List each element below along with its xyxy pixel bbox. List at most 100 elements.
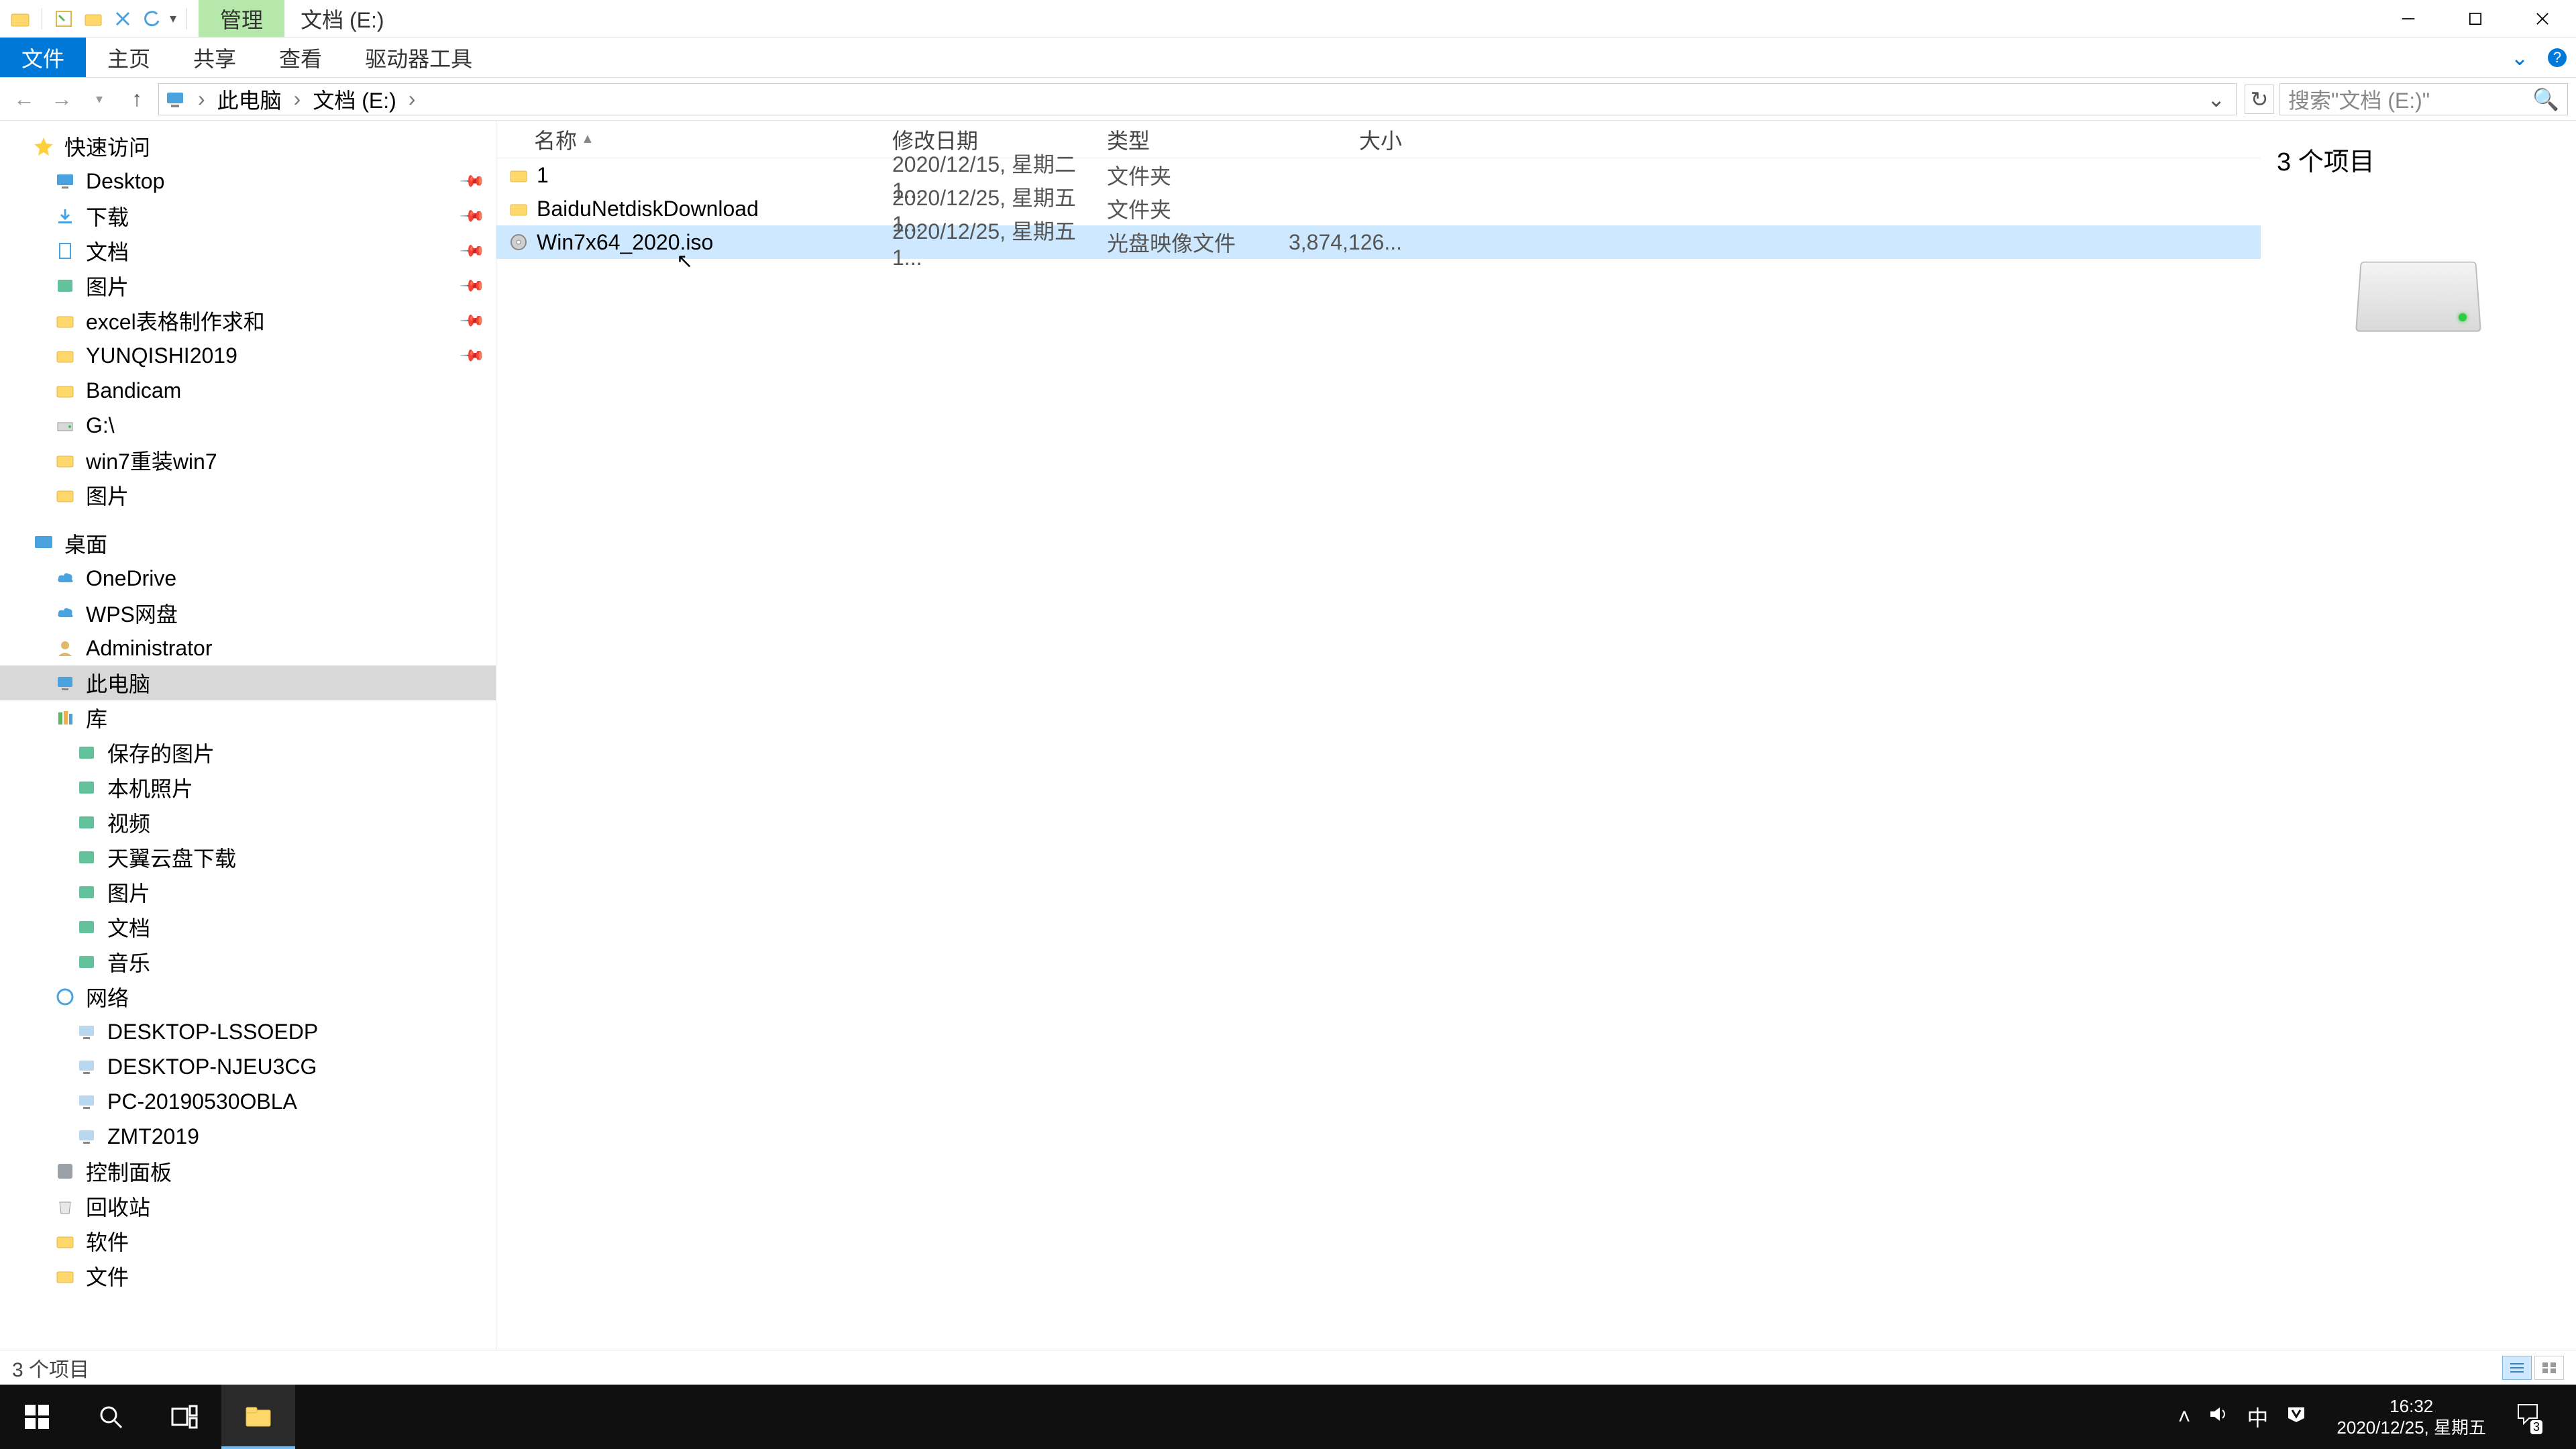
tree-software[interactable]: 软件	[0, 1224, 496, 1258]
tree-desktop-item[interactable]: WPS网盘	[0, 596, 496, 631]
tree-lib-item[interactable]: 本机照片	[0, 770, 496, 805]
contextual-tab-manage[interactable]: 管理	[199, 0, 284, 37]
action-center-button[interactable]: 3	[2516, 1402, 2540, 1432]
tree-label: 下载	[86, 201, 129, 231]
lib-icon	[54, 706, 76, 729]
search-input[interactable]: 搜索"文档 (E:)" 🔍	[2279, 83, 2568, 115]
tree-network[interactable]: 网络	[0, 979, 496, 1014]
tree-qa-item[interactable]: 文档 📌	[0, 233, 496, 268]
tree-recycle-bin[interactable]: 回收站	[0, 1189, 496, 1224]
nav-recent-dropdown[interactable]: ▾	[83, 83, 115, 115]
folder-icon	[507, 197, 530, 220]
folder-icon	[54, 1265, 76, 1287]
file-row[interactable]: 1 2020/12/15, 星期二 1... 文件夹	[496, 158, 2261, 192]
tree-network-item[interactable]: DESKTOP-NJEU3CG	[0, 1049, 496, 1084]
ribbon-tab-drive-tools[interactable]: 驱动器工具	[343, 38, 494, 77]
tree-network-item[interactable]: PC-20190530OBLA	[0, 1084, 496, 1119]
ribbon-tab-home[interactable]: 主页	[86, 38, 172, 77]
tree-qa-item[interactable]: YUNQISHI2019 📌	[0, 338, 496, 373]
breadcrumb-drive[interactable]: 文档 (E:)	[313, 84, 396, 115]
tree-desktop-item[interactable]: Administrator	[0, 631, 496, 665]
desktop-icon	[32, 532, 55, 555]
qat-undo-icon[interactable]	[140, 7, 164, 31]
tree-desktop-item[interactable]: 此电脑	[0, 665, 496, 700]
address-dropdown-icon[interactable]: ⌄	[2202, 87, 2231, 112]
taskbar[interactable]: ˄ 中 16:32 2020/12/25, 星期五 3	[0, 1385, 2576, 1449]
tree-qa-item[interactable]: Bandicam	[0, 373, 496, 408]
ime-indicator[interactable]: 中	[2247, 1401, 2268, 1432]
folder-blue-icon	[54, 344, 76, 367]
taskbar-explorer-button[interactable]	[221, 1385, 295, 1449]
tree-desktop[interactable]: 桌面	[0, 526, 496, 561]
tray-app-icon[interactable]	[2286, 1403, 2307, 1430]
tree-desktop-item[interactable]: OneDrive	[0, 561, 496, 596]
maximize-button[interactable]	[2442, 0, 2509, 38]
tree-quick-access[interactable]: 快速访问	[0, 129, 496, 164]
tree-lib-item[interactable]: 天翼云盘下载	[0, 840, 496, 875]
nav-forward-button[interactable]: →	[46, 83, 78, 115]
search-icon: 🔍	[2532, 87, 2559, 112]
ribbon-tab-share[interactable]: 共享	[172, 38, 258, 77]
start-button[interactable]	[0, 1385, 74, 1449]
tree-lib-item[interactable]: 音乐	[0, 945, 496, 979]
ribbon-tab-file[interactable]: 文件	[0, 38, 86, 77]
tree-label: WPS网盘	[86, 598, 178, 629]
qat-properties-icon[interactable]	[52, 7, 76, 31]
tree-qa-item[interactable]: excel表格制作求和 📌	[0, 303, 496, 338]
tree-control-panel[interactable]: 控制面板	[0, 1154, 496, 1189]
tree-desktop-item[interactable]: 库	[0, 700, 496, 735]
navigation-tree[interactable]: 快速访问 Desktop 📌 下载 📌 文档 📌 图片 📌 excel表格制作求…	[0, 121, 496, 1350]
tree-lib-item[interactable]: 图片	[0, 875, 496, 910]
qat-customize-icon[interactable]: ▾	[170, 10, 176, 27]
tree-network-item[interactable]: ZMT2019	[0, 1119, 496, 1154]
window-title: 文档 (E:)	[284, 0, 400, 37]
network-pc-icon	[75, 1125, 98, 1148]
tray-overflow-icon[interactable]: ˄	[2178, 1405, 2191, 1430]
search-placeholder: 搜索"文档 (E:)"	[2288, 84, 2430, 115]
refresh-button[interactable]: ↻	[2245, 85, 2274, 114]
breadcrumb-pc[interactable]: 此电脑	[217, 84, 282, 115]
tree-label: PC-20190530OBLA	[107, 1089, 297, 1114]
qat-new-folder-icon[interactable]	[81, 7, 105, 31]
file-row[interactable]: Win7x64_2020.iso 2020/12/25, 星期五 1... 光盘…	[496, 225, 2261, 259]
view-details-button[interactable]	[2502, 1356, 2532, 1380]
tree-qa-item[interactable]: 图片	[0, 478, 496, 513]
file-row[interactable]: BaiduNetdiskDownload 2020/12/25, 星期五 1..…	[496, 192, 2261, 225]
lib-sub-icon	[75, 951, 98, 973]
minimize-button[interactable]	[2375, 0, 2442, 38]
column-headers[interactable]: 名称▲ 修改日期 类型 大小	[496, 121, 2261, 158]
help-icon[interactable]: ?	[2538, 38, 2576, 77]
tree-qa-item[interactable]: 下载 📌	[0, 199, 496, 233]
col-header-type[interactable]: 类型	[1107, 124, 1288, 155]
tree-files[interactable]: 文件	[0, 1258, 496, 1293]
volume-icon[interactable]	[2208, 1403, 2229, 1430]
qat-delete-icon[interactable]	[111, 7, 135, 31]
close-button[interactable]	[2509, 0, 2576, 38]
tree-network-item[interactable]: DESKTOP-LSSOEDP	[0, 1014, 496, 1049]
details-title: 3 个项目	[2277, 141, 2560, 178]
lib-sub-icon	[75, 881, 98, 904]
view-icons-button[interactable]	[2534, 1356, 2564, 1380]
task-view-button[interactable]	[148, 1385, 221, 1449]
taskbar-clock[interactable]: 16:32 2020/12/25, 星期五	[2324, 1395, 2498, 1438]
tree-lib-item[interactable]: 文档	[0, 910, 496, 945]
nav-up-button[interactable]: ↑	[121, 83, 153, 115]
tree-qa-item[interactable]: 图片 📌	[0, 268, 496, 303]
nav-back-button[interactable]: ←	[8, 83, 40, 115]
tree-lib-item[interactable]: 保存的图片	[0, 735, 496, 770]
tree-qa-item[interactable]: G:\	[0, 408, 496, 443]
pin-icon: 📌	[458, 167, 486, 195]
address-bar[interactable]: › 此电脑 › 文档 (E:) › ⌄	[158, 83, 2237, 115]
recycle-icon	[54, 1195, 76, 1218]
tree-label: 回收站	[86, 1191, 150, 1222]
col-header-name[interactable]: 名称▲	[496, 124, 892, 155]
col-header-size[interactable]: 大小	[1288, 124, 1415, 155]
system-tray[interactable]: ˄ 中 16:32 2020/12/25, 星期五 3	[2178, 1385, 2576, 1449]
ribbon-tab-view[interactable]: 查看	[258, 38, 343, 77]
tree-qa-item[interactable]: win7重装win7	[0, 443, 496, 478]
ribbon-expand-icon[interactable]: ⌄	[2501, 38, 2538, 77]
taskbar-search-button[interactable]	[74, 1385, 148, 1449]
tree-qa-item[interactable]: Desktop 📌	[0, 164, 496, 199]
tree-lib-item[interactable]: 视频	[0, 805, 496, 840]
pic-icon	[54, 274, 76, 297]
